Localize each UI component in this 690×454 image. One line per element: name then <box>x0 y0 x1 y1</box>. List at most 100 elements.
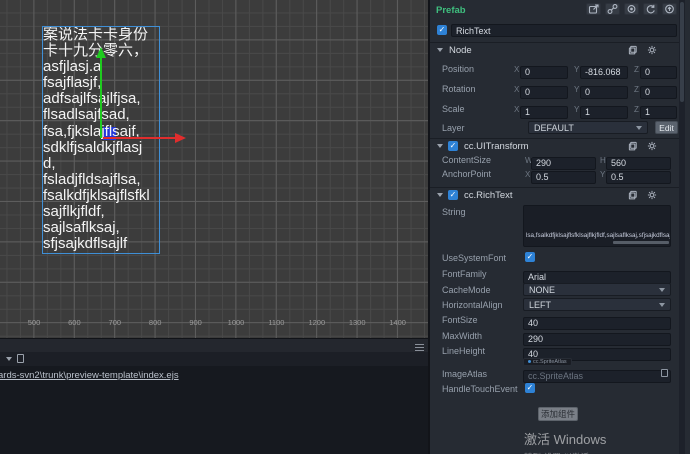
horizontal-align-dropdown[interactable]: LEFT <box>523 298 671 311</box>
max-width-row: MaxWidth <box>430 329 679 346</box>
line-height-label: LineHeight <box>442 346 486 356</box>
axis-x-label: X <box>525 169 531 179</box>
uitransform-enabled-checkbox[interactable]: ✓ <box>448 141 458 151</box>
scrollbar-thumb[interactable] <box>680 2 684 102</box>
axis-y-label: Y <box>574 104 580 114</box>
scene-view[interactable]: 500 600 700 800 900 1000 1100 1200 1300 1400 案说法卡… <box>0 0 428 338</box>
anchor-point-x-input[interactable] <box>531 170 596 184</box>
ruler-label: 1200 <box>308 318 326 327</box>
console-toolbar <box>0 339 428 352</box>
axis-y-label: Y <box>574 64 580 74</box>
font-family-input[interactable] <box>523 270 671 284</box>
axis-z-label: Z <box>634 104 639 114</box>
node-name-input[interactable] <box>451 24 677 37</box>
font-size-input[interactable] <box>523 316 671 330</box>
node-active-checkbox[interactable]: ✓ <box>437 25 447 35</box>
gizmo-y-arrowhead-icon[interactable] <box>96 47 106 58</box>
uitransform-section-header[interactable]: ✓ cc.UITransform <box>430 138 679 153</box>
ruler-label: 1000 <box>227 318 245 327</box>
caret-down-icon <box>659 302 665 307</box>
unlink-prefab-button[interactable] <box>605 3 620 15</box>
console-panel: ards-svn2\trunk\preview-template\index.e… <box>0 338 428 454</box>
cache-mode-row: CacheMode NONE <box>430 283 679 297</box>
reset-icon <box>646 4 655 14</box>
axis-h-label: H <box>600 155 606 165</box>
font-size-row: FontSize <box>430 313 679 330</box>
layer-edit-button[interactable]: Edit <box>655 121 678 134</box>
document-icon <box>17 354 24 363</box>
caret-down-icon <box>659 287 665 292</box>
scale-label: Scale <box>442 104 465 114</box>
caret-down-icon <box>437 144 443 148</box>
asset-picker-icon[interactable] <box>661 369 668 377</box>
sprite-atlas-type-badge: cc.SpriteAtlas <box>523 358 572 366</box>
pages-icon[interactable] <box>628 45 638 55</box>
rotation-row: Rotation X Y Z <box>430 82 679 99</box>
pages-icon[interactable] <box>628 190 638 200</box>
horizontal-align-row: HorizontalAlign LEFT <box>430 298 679 312</box>
position-x-input[interactable] <box>520 65 568 79</box>
ruler-label: 700 <box>108 318 122 327</box>
apply-icon <box>665 4 674 14</box>
position-y-input[interactable] <box>580 65 628 79</box>
image-atlas-input[interactable] <box>523 369 671 383</box>
inspector-scrollbar[interactable] <box>679 0 685 454</box>
cache-mode-dropdown[interactable]: NONE <box>523 283 671 296</box>
rotation-x-input[interactable] <box>520 85 568 99</box>
font-size-label: FontSize <box>442 315 478 325</box>
position-z-input[interactable] <box>640 65 677 79</box>
gizmo-y-axis-arrow[interactable] <box>100 58 102 138</box>
use-system-font-checkbox[interactable]: ✓ <box>525 252 535 262</box>
edit-prefab-button[interactable] <box>586 3 601 15</box>
gear-icon[interactable] <box>647 45 657 55</box>
richtext-enabled-checkbox[interactable]: ✓ <box>448 190 458 200</box>
image-atlas-label: ImageAtlas <box>442 369 488 379</box>
scale-y-input[interactable] <box>580 105 628 119</box>
axis-y-label: Y <box>600 169 606 179</box>
caret-down-icon <box>636 125 642 130</box>
string-value: lsa,fsalkdfjklsajflsfklsajflkjfldf,sajls… <box>526 232 670 239</box>
ruler-label: 800 <box>148 318 162 327</box>
locate-asset-icon <box>627 5 636 13</box>
gear-icon[interactable] <box>647 190 657 200</box>
position-row: Position X Y Z <box>430 62 679 79</box>
layer-label: Layer <box>442 123 465 133</box>
apply-prefab-button[interactable] <box>662 3 677 15</box>
handle-touch-event-checkbox[interactable]: ✓ <box>525 383 535 393</box>
string-label: String <box>442 207 466 217</box>
menu-icon[interactable] <box>415 342 424 351</box>
layer-row: Layer DEFAULT Edit <box>430 121 679 135</box>
scale-x-input[interactable] <box>520 105 568 119</box>
caret-down-icon[interactable] <box>6 357 12 361</box>
pages-icon[interactable] <box>628 141 638 151</box>
reset-prefab-button[interactable] <box>643 3 658 15</box>
textarea-scrollbar[interactable] <box>613 241 669 244</box>
cache-mode-label: CacheMode <box>442 285 491 295</box>
gizmo-x-arrowhead-icon[interactable] <box>175 133 186 143</box>
anchor-point-row: AnchorPoint X Y <box>430 167 679 184</box>
gizmo-x-axis-arrow[interactable] <box>103 137 175 139</box>
file-path-link[interactable]: ards-svn2\trunk\preview-template\index.e… <box>0 370 179 381</box>
string-textarea[interactable]: lsa,fsalkdfjklsajflsfklsajflkjfldf,sajls… <box>523 205 671 247</box>
node-section-header[interactable]: Node <box>430 42 679 57</box>
handle-touch-event-label: HandleTouchEvent <box>442 384 518 394</box>
axis-z-label: Z <box>634 64 639 74</box>
locate-asset-button[interactable] <box>624 3 639 15</box>
layer-dropdown[interactable]: DEFAULT <box>528 121 648 134</box>
add-component-button[interactable]: 添加组件 <box>538 407 578 421</box>
content-size-label: ContentSize <box>442 155 492 165</box>
console-filter-bar <box>0 352 428 366</box>
ruler-label: 1400 <box>389 318 406 327</box>
rotation-label: Rotation <box>442 84 476 94</box>
rotation-y-input[interactable] <box>580 85 628 99</box>
line-height-row: LineHeight <box>430 344 679 361</box>
anchor-point-y-input[interactable] <box>606 170 671 184</box>
scale-z-input[interactable] <box>640 105 677 119</box>
richtext-section-header[interactable]: ✓ cc.RichText <box>430 187 679 202</box>
layer-value: DEFAULT <box>534 122 574 133</box>
caret-down-icon <box>437 48 443 52</box>
rotation-z-input[interactable] <box>640 85 677 99</box>
inspector-panel: Prefab ✓ Node Position X <box>430 0 690 454</box>
gear-icon[interactable] <box>647 141 657 151</box>
axis-x-label: X <box>514 64 520 74</box>
